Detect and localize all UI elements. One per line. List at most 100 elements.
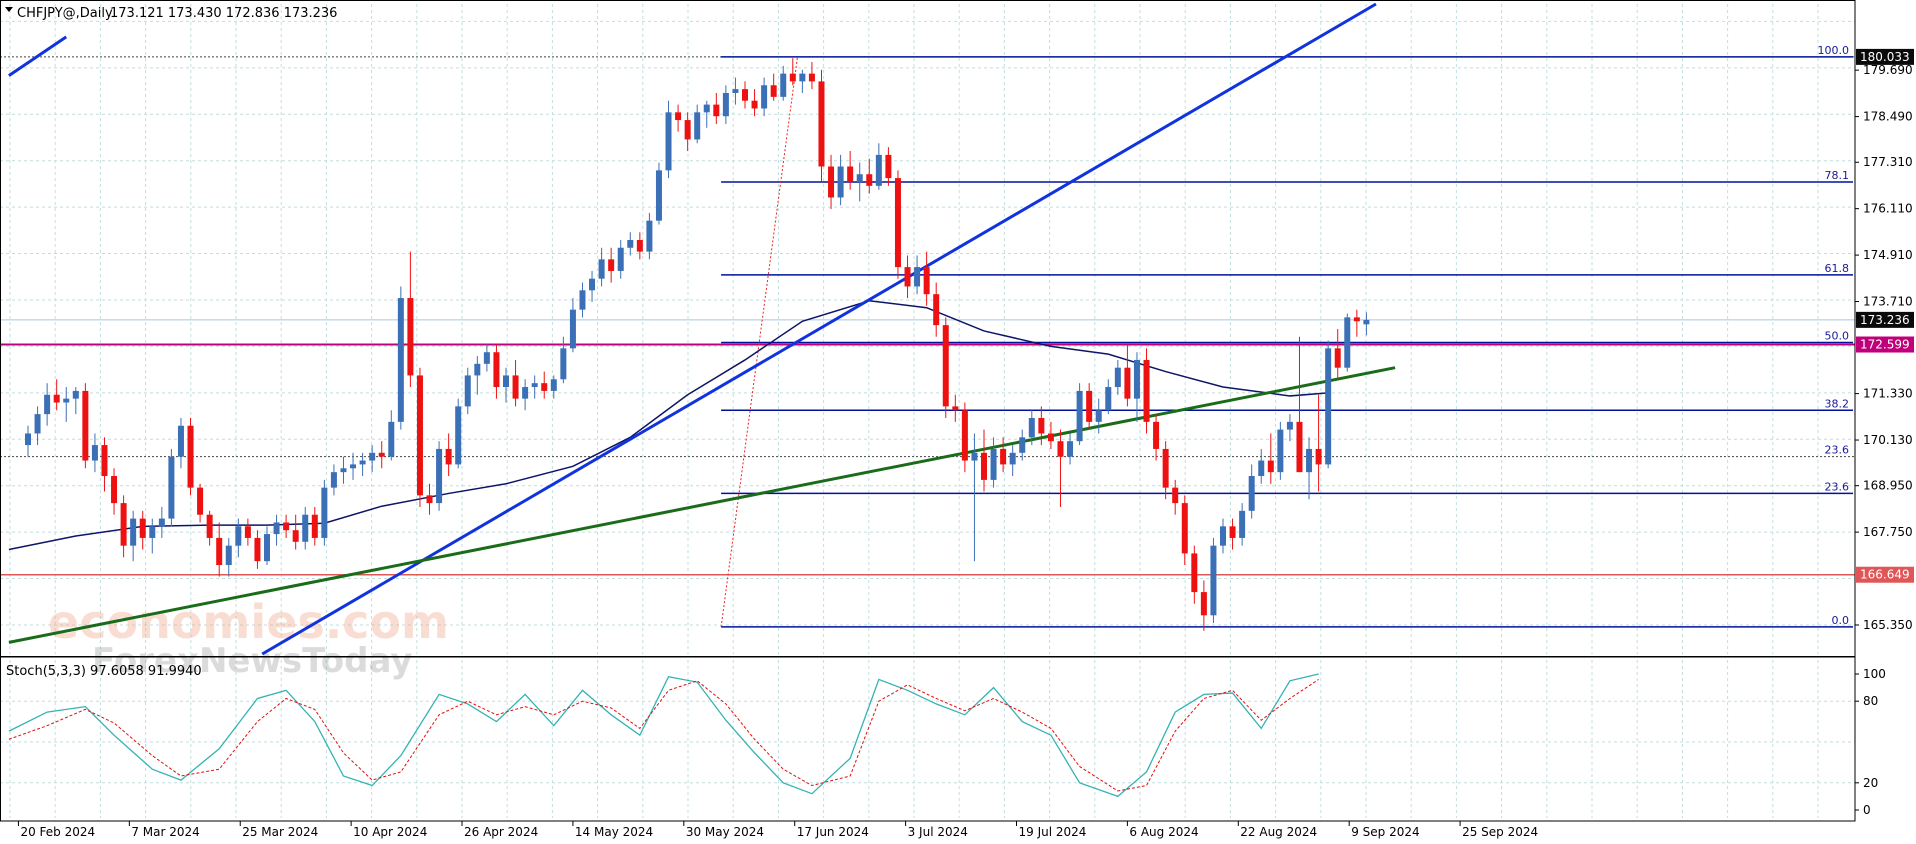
symbol-label: CHFJPY@,Daily [17, 6, 113, 21]
candle-body [464, 375, 471, 407]
candle-body [1306, 448, 1313, 473]
candle-body [158, 518, 165, 527]
candle-body [1153, 421, 1160, 449]
candle-body [713, 104, 720, 117]
candle-body [1124, 367, 1131, 399]
candle-body [493, 352, 500, 388]
chart-root: economies.com ForexNewsToday 100.0 78.1 61… [0, 0, 1916, 840]
candle-body [1057, 441, 1064, 457]
fib-level-label: 50.0 [1825, 330, 1850, 343]
candle-body [34, 414, 41, 434]
price-tick-label: 167.750 [1863, 525, 1913, 539]
candle-body [770, 85, 777, 97]
candle-body [216, 537, 223, 566]
candle-body [933, 294, 940, 326]
candle-body [904, 267, 911, 287]
candle-body [283, 522, 290, 531]
candle-body [1220, 526, 1226, 546]
candle-body [550, 379, 557, 391]
stoch-tick-label: 80 [1863, 694, 1878, 708]
candle-body [789, 73, 796, 82]
ohlc-values: 173.121 173.430 172.836 173.236 [110, 6, 337, 21]
candle-body [1028, 417, 1035, 438]
candle-body [608, 259, 615, 271]
time-tick-label: 30 May 2024 [686, 825, 764, 839]
candle-body [512, 375, 519, 399]
price-tick-label: 179.690 [1863, 63, 1913, 77]
candle-body [503, 375, 509, 388]
candle-body [875, 154, 882, 186]
price-tick-label: 173.710 [1863, 295, 1913, 309]
chart-header: CHFJPY@,Daily 173.121 173.430 172.836 17… [5, 6, 337, 21]
candle-body [579, 290, 586, 310]
candle-body [264, 534, 270, 562]
candle-body [206, 514, 213, 538]
candle-body [847, 166, 854, 182]
time-tick-label: 26 Apr 2024 [464, 825, 538, 839]
candle-body [703, 104, 710, 113]
candle-body [1114, 367, 1121, 388]
candle-body [780, 73, 787, 97]
fib-level-label: 0.0 [1832, 614, 1850, 627]
candle-body [1277, 429, 1284, 473]
candle-body [894, 178, 901, 268]
candle-body [1267, 460, 1274, 473]
candle-body [541, 383, 548, 391]
time-tick-label: 3 Jul 2024 [908, 825, 968, 839]
candle-body [244, 526, 251, 538]
candle-body [1038, 417, 1045, 434]
candle-body [311, 514, 318, 538]
candle-body [1200, 592, 1207, 616]
candle-body [235, 526, 242, 546]
candle-body [617, 247, 624, 271]
candle-body [914, 267, 921, 287]
time-tick-label: 25 Mar 2024 [242, 825, 318, 839]
candle-body [1296, 421, 1303, 473]
candle-body [130, 518, 137, 546]
candle-body [1210, 545, 1217, 616]
candle-body [416, 375, 423, 496]
candle-body [856, 174, 863, 182]
candle-body [1067, 441, 1074, 457]
candle-body [1344, 317, 1351, 368]
stoch-tick-label: 20 [1863, 776, 1878, 790]
fib-level-label: 78.1 [1825, 169, 1850, 182]
candle-body [722, 92, 729, 117]
candle-body [187, 425, 194, 488]
fib-level-label: 23.6 [1825, 480, 1850, 493]
stoch-tick-label: 0 [1863, 803, 1871, 817]
candle-body [1353, 317, 1360, 322]
candle-body [44, 394, 51, 415]
candle-body [1019, 437, 1026, 453]
candle-body [397, 298, 404, 422]
time-tick-label: 6 Aug 2024 [1129, 825, 1198, 839]
candle-body [273, 522, 280, 535]
candle-body [646, 220, 653, 252]
candle-body [1363, 319, 1370, 325]
candle-body [426, 495, 433, 504]
time-tick-label: 22 Aug 2024 [1240, 825, 1317, 839]
candle-body [627, 240, 634, 248]
candle-body [330, 472, 337, 488]
time-tick-label: 25 Sep 2024 [1462, 825, 1538, 839]
candle-body [971, 452, 978, 461]
fib-level-label: 100.0 [1818, 44, 1850, 57]
candle-body [483, 352, 490, 364]
candle-body [1047, 433, 1054, 442]
fib-extra-label: 23.6 [1825, 444, 1850, 457]
price-tag-label: 172.599 [1860, 338, 1910, 352]
candle-body [72, 390, 79, 399]
time-tick-label: 9 Sep 2024 [1351, 825, 1419, 839]
candle-body [177, 425, 184, 457]
candle-body [321, 487, 328, 538]
price-tick-label: 165.350 [1863, 618, 1913, 632]
price-tick-label: 171.330 [1863, 387, 1913, 401]
price-tag-label: 173.236 [1860, 313, 1910, 327]
price-tick-label: 174.910 [1863, 248, 1913, 262]
candle-body [1191, 553, 1198, 593]
candle-body [455, 406, 462, 465]
candle-body [254, 537, 261, 562]
candle-body [1009, 452, 1016, 465]
candle-body [885, 154, 892, 179]
candle-body [369, 452, 376, 461]
